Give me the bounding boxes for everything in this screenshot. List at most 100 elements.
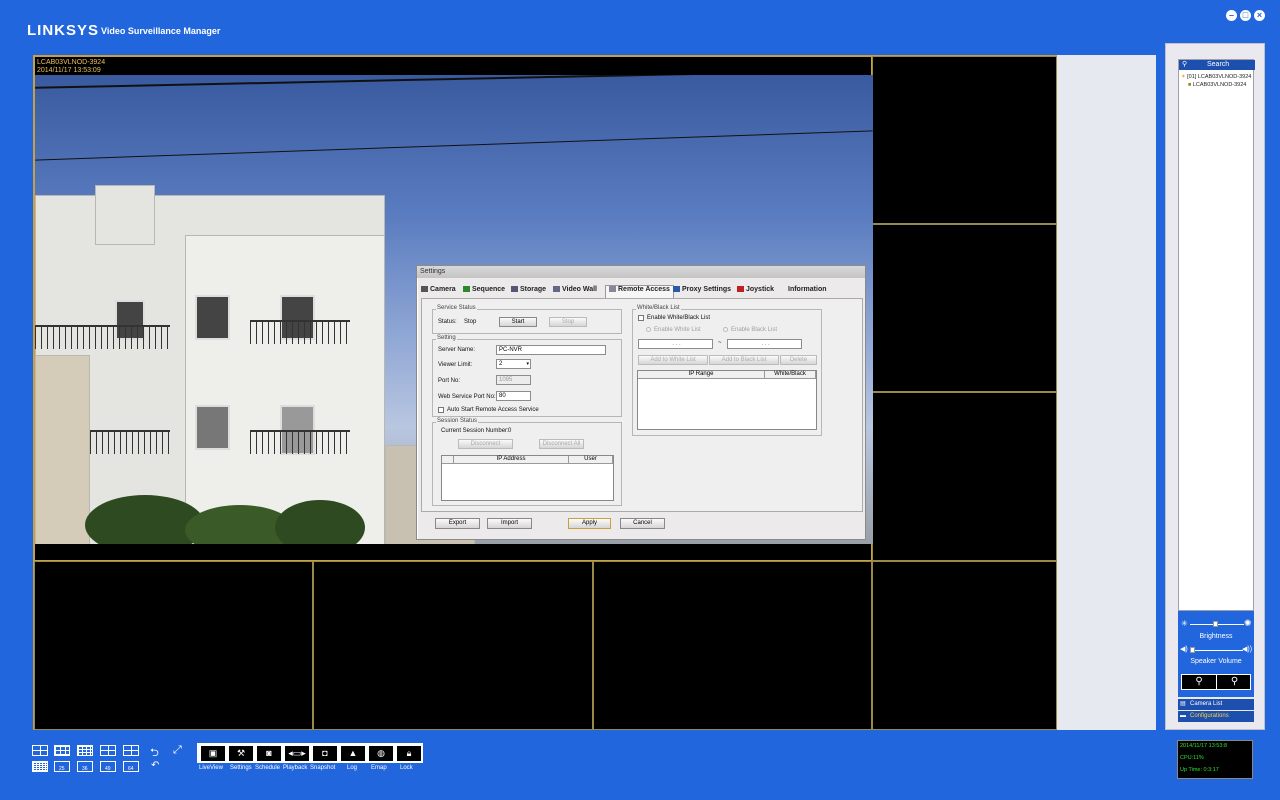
white-list-radio[interactable] bbox=[646, 327, 651, 332]
tab-video-wall[interactable]: Video Wall bbox=[553, 286, 597, 293]
tab-storage[interactable]: Storage bbox=[511, 286, 546, 293]
playback-icon[interactable]: ◂▭▸ bbox=[285, 746, 309, 761]
layout-25-icon[interactable]: 25 bbox=[54, 761, 70, 772]
sequence-icon bbox=[463, 286, 470, 293]
camera-timestamp: 2014/11/17 13:53:09 bbox=[37, 67, 101, 74]
disconnect-all-button[interactable]: Disconnect All bbox=[539, 439, 584, 449]
export-button[interactable]: Export bbox=[435, 518, 480, 529]
delete-button[interactable]: Delete bbox=[780, 355, 817, 365]
joystick-icon bbox=[737, 286, 744, 293]
zoom-in-icon[interactable]: ⚲ bbox=[1217, 675, 1252, 689]
empty-pane bbox=[1057, 55, 1156, 730]
settings-icon[interactable]: ⚒ bbox=[229, 746, 253, 761]
layout-49-icon[interactable]: 49 bbox=[100, 761, 116, 772]
close-icon[interactable]: × bbox=[1254, 10, 1265, 21]
undo-icon[interactable]: ↶ bbox=[151, 760, 159, 771]
toolbar-label-snapshot: Snapshot bbox=[310, 765, 336, 771]
service-status-group: Service Status Status: Stop Start Stop bbox=[432, 305, 622, 334]
status-value: Stop bbox=[464, 319, 477, 325]
black-list-radio[interactable] bbox=[723, 327, 728, 332]
video-cell[interactable] bbox=[872, 224, 1057, 392]
search-bar[interactable]: ⚲ Search bbox=[1179, 60, 1255, 70]
liveview-icon[interactable]: ▣ bbox=[201, 746, 225, 761]
tab-camera[interactable]: Camera bbox=[421, 286, 456, 293]
zoom-out-icon[interactable]: ⚲ bbox=[1182, 675, 1217, 689]
layout-5x5-icon[interactable] bbox=[32, 761, 48, 772]
restore-icon[interactable]: □ bbox=[1240, 10, 1251, 21]
tab-camera-list[interactable]: ▤ Camera List bbox=[1178, 699, 1254, 710]
white-list-label: Enable White List bbox=[654, 327, 701, 333]
layout-64-icon[interactable]: 64 bbox=[123, 761, 139, 772]
ip-end-field[interactable]: . . . bbox=[727, 339, 802, 349]
volume-high-icon: ◀)) bbox=[1242, 646, 1253, 653]
video-cell[interactable] bbox=[313, 561, 593, 730]
layout-1plus5-icon[interactable] bbox=[100, 745, 116, 756]
volume-slider[interactable] bbox=[1190, 647, 1195, 653]
video-cell[interactable] bbox=[872, 392, 1057, 561]
setting-group: Setting Server Name: PC-NVR Viewer Limit… bbox=[432, 335, 622, 417]
disconnect-button[interactable]: Disconnect bbox=[458, 439, 513, 449]
session-status-group: Session Status Current Session Number: 0… bbox=[432, 418, 622, 506]
settings-tabs: Camera Sequence Storage Video Wall Remot… bbox=[419, 285, 861, 298]
import-button[interactable]: Import bbox=[487, 518, 532, 529]
zoom-controls: ⚲ ⚲ bbox=[1181, 674, 1251, 690]
server-name-field[interactable]: PC-NVR bbox=[496, 345, 606, 355]
tab-sequence[interactable]: Sequence bbox=[463, 286, 505, 293]
auto-start-checkbox[interactable] bbox=[438, 407, 444, 413]
emap-icon[interactable]: ◍ bbox=[369, 746, 393, 761]
brand-logo: LINKSYS bbox=[27, 22, 100, 39]
config-icon: ▬ bbox=[1180, 713, 1186, 719]
schedule-icon[interactable]: ◙ bbox=[257, 746, 281, 761]
web-port-field[interactable]: 80 bbox=[496, 391, 531, 401]
apply-button[interactable]: Apply bbox=[568, 518, 611, 529]
layout-3x3-icon[interactable] bbox=[54, 745, 70, 756]
camera-name: LCAB03VLNOD-3924 bbox=[37, 59, 106, 66]
toolbar-label-lock: Lock bbox=[400, 765, 413, 771]
tab-joystick[interactable]: Joystick bbox=[737, 286, 774, 293]
camera-icon: ■ bbox=[1188, 82, 1192, 88]
star-icon: ✶ bbox=[1181, 74, 1186, 80]
camera-icon bbox=[421, 286, 428, 293]
dialog-title: Settings bbox=[417, 266, 865, 278]
brightness-slider[interactable] bbox=[1213, 621, 1218, 627]
video-cell[interactable] bbox=[872, 561, 1057, 730]
toolbar-label-settings: Settings bbox=[230, 765, 252, 771]
current-session-label: Current Session Number: bbox=[441, 428, 509, 434]
list-icon: ▤ bbox=[1180, 701, 1186, 707]
toolbar-label-playback: Playback bbox=[283, 765, 308, 771]
enable-list-checkbox[interactable] bbox=[638, 315, 644, 321]
camera-controls: ✳ ✺ Brightness ◀) ◀)) Speaker Volume ⚲ ⚲ bbox=[1178, 611, 1254, 697]
tab-proxy-settings[interactable]: Proxy Settings bbox=[673, 286, 731, 293]
minimize-icon[interactable]: – bbox=[1226, 10, 1237, 21]
ip-start-field[interactable]: . . . bbox=[638, 339, 713, 349]
video-cell[interactable] bbox=[872, 56, 1057, 224]
video-cell[interactable] bbox=[34, 561, 313, 730]
enable-list-label: Enable White/Black List bbox=[647, 315, 711, 321]
add-white-list-button[interactable]: Add to White List bbox=[638, 355, 708, 365]
viewer-limit-select[interactable]: 2 ▾ bbox=[496, 359, 531, 369]
add-black-list-button[interactable]: Add to Black List bbox=[709, 355, 779, 365]
fullscreen-icon[interactable]: ⤢ bbox=[173, 744, 182, 757]
layout-36-icon[interactable]: 36 bbox=[77, 761, 93, 772]
layout-4x4-icon[interactable] bbox=[77, 745, 93, 756]
tree-item-group[interactable]: ✶ [01] LCAB03VLNOD-3924 bbox=[1181, 74, 1251, 80]
start-button[interactable]: Start bbox=[499, 317, 537, 327]
snapshot-icon[interactable]: ◘ bbox=[313, 746, 337, 761]
log-icon[interactable]: ▲ bbox=[341, 746, 365, 761]
remote-access-panel: Service Status Status: Stop Start Stop S… bbox=[421, 298, 863, 512]
tree-item-camera[interactable]: ■ LCAB03VLNOD-3924 bbox=[1188, 82, 1246, 88]
server-name-label: Server Name: bbox=[438, 347, 476, 353]
layout-1plus7-icon[interactable] bbox=[123, 745, 139, 756]
port-field[interactable]: 1095 bbox=[496, 375, 531, 385]
tab-information[interactable]: Information bbox=[788, 286, 827, 293]
speaker-volume-label: Speaker Volume bbox=[1190, 658, 1242, 665]
tab-configurations[interactable]: ▬ Configurations bbox=[1178, 711, 1254, 722]
tab-remote-access[interactable]: Remote Access bbox=[605, 285, 674, 298]
stop-button[interactable]: Stop bbox=[549, 317, 587, 327]
layout-2x2-icon[interactable] bbox=[32, 745, 48, 756]
video-cell[interactable] bbox=[593, 561, 872, 730]
lock-icon[interactable]: 🔒︎ bbox=[397, 746, 421, 761]
chevron-down-icon: ▾ bbox=[526, 361, 529, 367]
auto-start-label: Auto Start Remote Access Service bbox=[447, 407, 539, 413]
cancel-button[interactable]: Cancel bbox=[620, 518, 665, 529]
